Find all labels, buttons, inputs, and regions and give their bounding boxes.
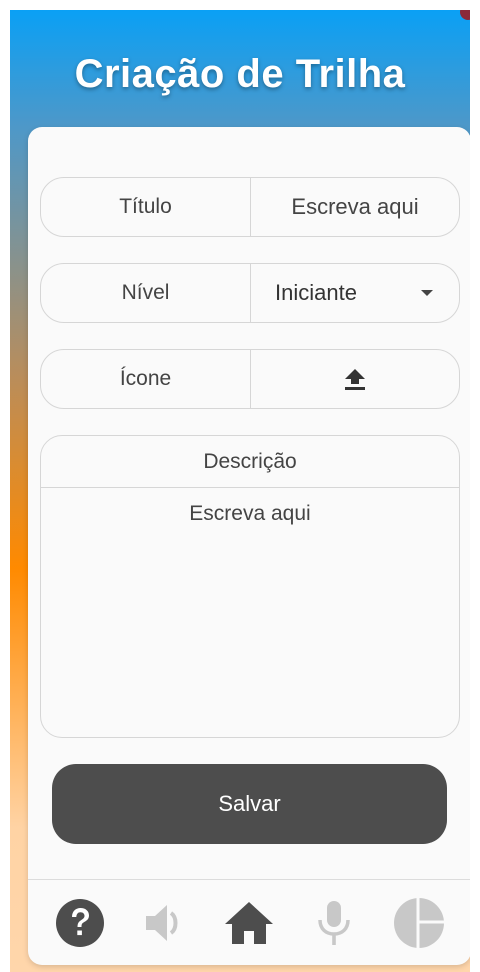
descricao-label: Descrição	[41, 436, 459, 488]
icone-label: Ícone	[41, 350, 251, 408]
titulo-field: Título Escreva aqui	[40, 177, 460, 237]
nav-audio-button[interactable]	[137, 895, 193, 951]
form-card: Título Escreva aqui Nível Iniciante Ícon…	[28, 127, 470, 965]
nav-home-button[interactable]	[221, 895, 277, 951]
nivel-label: Nível	[41, 264, 251, 322]
descricao-textarea[interactable]: Escreva aqui	[41, 488, 459, 526]
bottom-navigation	[28, 879, 470, 965]
help-icon	[56, 898, 105, 947]
nav-microphone-button[interactable]	[306, 895, 362, 951]
descricao-box: Descrição Escreva aqui	[40, 435, 460, 738]
corner-indicator	[460, 10, 470, 20]
speaker-icon	[145, 904, 178, 941]
pie-chart-icon	[393, 896, 445, 949]
nav-help-button[interactable]	[52, 895, 108, 951]
icone-field: Ícone	[40, 349, 460, 409]
app-screen: Criação de Trilha Título Escreva aqui Ní…	[10, 10, 470, 972]
dropdown-arrow-icon	[421, 290, 433, 296]
page-title: Criação de Trilha	[74, 52, 406, 96]
titulo-label: Título	[41, 178, 251, 236]
save-button[interactable]: Salvar	[52, 764, 447, 844]
home-icon	[225, 901, 274, 944]
icone-upload-button[interactable]	[251, 350, 459, 408]
nivel-selected-value: Iniciante	[275, 280, 357, 305]
upload-icon	[345, 369, 365, 390]
nivel-dropdown[interactable]: Iniciante	[251, 264, 459, 322]
titulo-input[interactable]: Escreva aqui	[251, 178, 459, 236]
nav-stats-button[interactable]	[391, 895, 447, 951]
nivel-field: Nível Iniciante	[40, 263, 460, 323]
microphone-icon	[318, 900, 350, 945]
